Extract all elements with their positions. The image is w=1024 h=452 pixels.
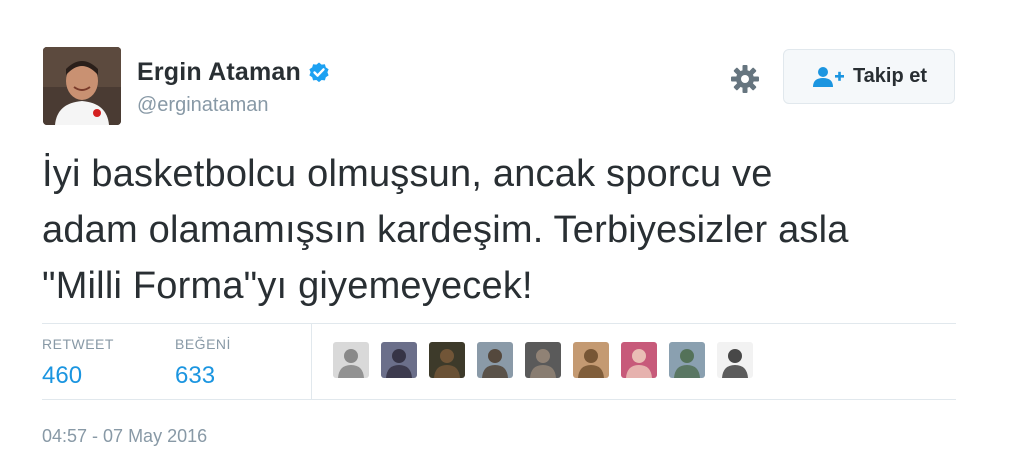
retweet-count[interactable]: 460: [42, 362, 114, 390]
gear-icon[interactable]: [729, 63, 761, 95]
like-count[interactable]: 633: [175, 362, 231, 390]
tweet-card: Ergin Ataman @erginataman Takip et İyi b…: [0, 0, 1024, 452]
follow-button[interactable]: Takip et: [783, 49, 955, 104]
retweet-label: RETWEET: [42, 336, 114, 352]
retweet-stat[interactable]: RETWEET 460: [42, 336, 114, 390]
follow-button-label: Takip et: [852, 65, 928, 87]
liker-avatar[interactable]: [477, 342, 513, 378]
timestamp[interactable]: 04:57 - 07 May 2016: [42, 426, 207, 447]
liker-avatar[interactable]: [669, 342, 705, 378]
display-name[interactable]: Ergin Ataman: [137, 58, 301, 87]
stats-divider: [311, 324, 312, 399]
liker-avatar[interactable]: [621, 342, 657, 378]
liker-avatar[interactable]: [573, 342, 609, 378]
like-stat[interactable]: BEĞENİ 633: [175, 336, 231, 390]
divider: [42, 399, 956, 400]
liker-avatar[interactable]: [717, 342, 753, 378]
verified-badge-icon: [307, 61, 331, 85]
avatar[interactable]: [43, 47, 121, 125]
screen-name[interactable]: @erginataman: [137, 94, 268, 117]
liker-avatar[interactable]: [429, 342, 465, 378]
divider: [42, 323, 956, 324]
tweet-text: İyi basketbolcu olmuşsun, ancak sporcu v…: [42, 146, 972, 314]
follow-user-icon: [811, 65, 845, 89]
likers-avatar-list: [333, 342, 765, 378]
liker-avatar[interactable]: [333, 342, 369, 378]
name-row: Ergin Ataman: [137, 58, 331, 87]
like-label: BEĞENİ: [175, 336, 231, 352]
liker-avatar[interactable]: [381, 342, 417, 378]
tweet-text-line: "Milli Forma"yı giyemeyecek!: [42, 265, 533, 307]
tweet-text-line: adam olamamışsın kardeşim. Terbiyesizler…: [42, 209, 849, 251]
tweet-text-line: İyi basketbolcu olmuşsun, ancak sporcu v…: [42, 153, 773, 195]
liker-avatar[interactable]: [525, 342, 561, 378]
